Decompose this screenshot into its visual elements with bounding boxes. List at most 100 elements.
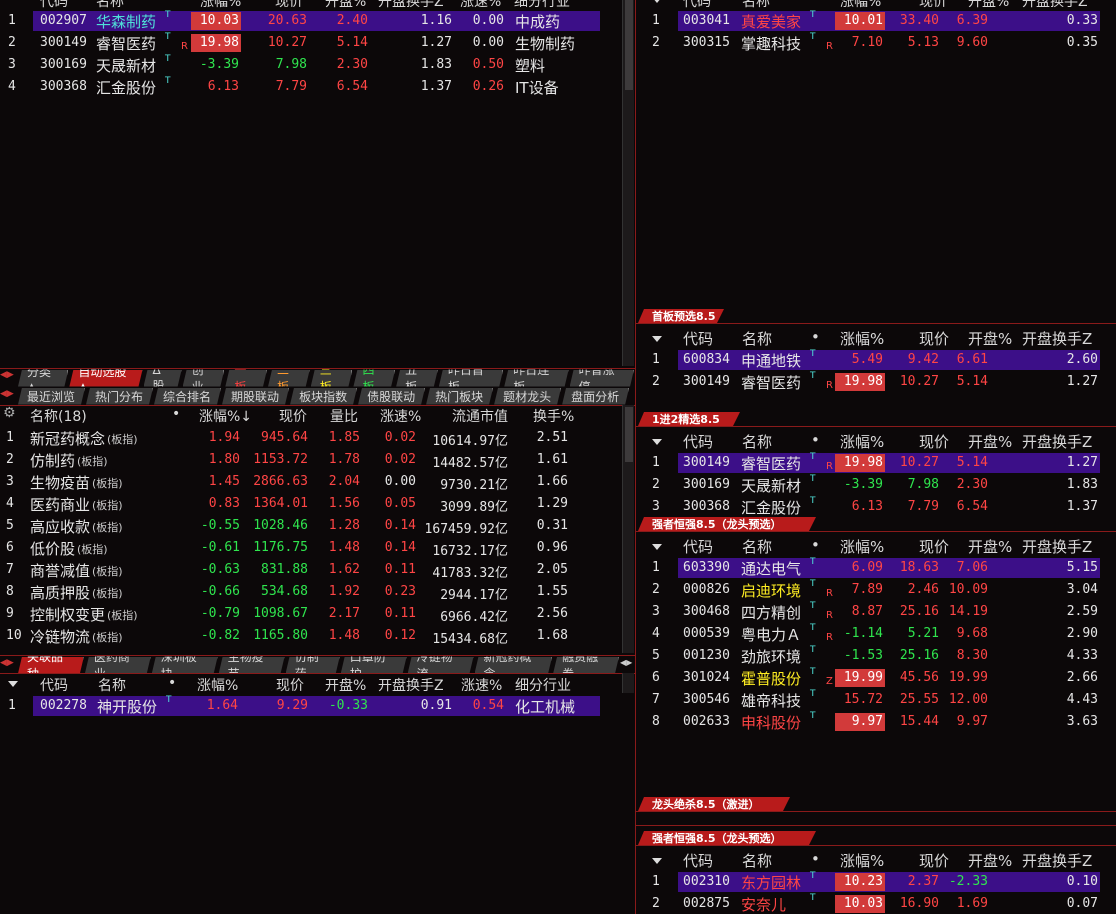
collapse-triangle-icon[interactable] <box>652 858 662 864</box>
sector-row[interactable]: 7 商誉减值 (板指) -0.63 831.88 1.62 0.11 41783.32亿 2.0… <box>0 559 622 581</box>
panel-col-header[interactable]: • <box>811 328 820 346</box>
tabbar2-left-arrows[interactable]: ◀▶ <box>0 389 18 405</box>
tab-tabs3-4[interactable]: 仿制药 <box>286 657 340 674</box>
stock-row[interactable]: 1 002278 神开股份 T 1.64 9.29 -0.33 0.91 0.54 化工机械 <box>0 695 622 717</box>
stock-row[interactable]: 3 300169 天晟新材 T -3.39 7.98 2.30 1.83 0.50 塑料 <box>0 54 622 76</box>
stock-row[interactable]: 2 002875 安奈儿 T 10.03 16.90 1.69 0.07 <box>636 893 1116 914</box>
tab-tabs3-8[interactable]: 融资融券 <box>553 657 619 674</box>
tab-tabs3-2[interactable]: 深圳板块 <box>152 657 218 674</box>
panel-col-header[interactable]: 开盘% <box>968 850 1012 871</box>
panel-title[interactable]: 首板预选8.5 <box>638 309 724 323</box>
stock-row[interactable]: 1 300149 睿智医药 T R 19.98 10.27 5.14 1.27 <box>636 452 1116 474</box>
sector-row[interactable]: 9 控制权变更 (板指) -0.79 1098.67 2.17 0.11 6966.42亿 2.… <box>0 603 622 625</box>
sector-row[interactable]: 2 仿制药 (板指) 1.80 1153.72 1.78 0.02 14482.57亿 1.61 <box>0 449 622 471</box>
sector-row[interactable]: 3 生物疫苗 (板指) 1.45 2866.63 2.04 0.00 9730.21亿 1.66 <box>0 471 622 493</box>
tab-tabs2-1[interactable]: 热门分布 <box>86 388 153 405</box>
stock-row[interactable]: 1 002310 东方园林 T 10.23 2.37 -2.33 0.10 <box>636 871 1116 893</box>
stock-row[interactable]: 2 000826 启迪环境 T R 7.89 2.46 10.09 3.04 <box>636 579 1116 601</box>
panel-col-header[interactable]: 名称 <box>742 536 772 557</box>
stock-row[interactable]: 2 300315 掌趣科技 T R 7.10 5.13 9.60 0.35 <box>636 32 1116 54</box>
tab-tabs2-0[interactable]: 最近浏览 <box>18 388 85 405</box>
stock-row[interactable]: 6 301024 霍普股份 T Z 19.99 45.56 19.99 2.66 <box>636 667 1116 689</box>
col-sector-change[interactable]: 涨幅%↓ <box>199 406 252 426</box>
tab-tabs3-6[interactable]: 冷链物流 <box>408 657 474 674</box>
tab-tabs1-9[interactable]: 昨日首板 <box>439 370 503 387</box>
tab-tabs2-8[interactable]: 盘面分析 <box>562 388 629 405</box>
panel-col-header[interactable]: • <box>811 431 820 449</box>
panel-col-header[interactable]: 涨幅% <box>840 328 884 349</box>
panel-col-header[interactable]: 开盘% <box>968 536 1012 557</box>
left-top-scrollbar[interactable] <box>622 0 634 366</box>
collapse-triangle-icon[interactable] <box>652 439 662 445</box>
col-sector-speed[interactable]: 涨速% <box>380 406 421 426</box>
stock-row[interactable]: 1 003041 真爱美家 T 10.01 33.40 6.39 0.33 <box>636 10 1116 32</box>
settings-gear-icon[interactable]: ⚙ <box>3 405 16 421</box>
col-volume-ratio[interactable]: 量比 <box>330 406 358 426</box>
sector-row[interactable]: 10 冷链物流 (板指) -0.82 1165.80 1.48 0.12 15434.68亿 1… <box>0 625 622 647</box>
col-code[interactable]: 代码 <box>40 675 68 695</box>
panel-col-header[interactable]: 代码 <box>683 536 713 557</box>
tab-tabs1-7[interactable]: 四板 <box>353 370 395 387</box>
stock-row[interactable]: 3 300368 汇金股份 T 6.13 7.79 6.54 1.37 <box>636 496 1116 518</box>
sector-row[interactable]: 4 医药商业 (板指) 0.83 1364.01 1.56 0.05 3099.89亿 1.29 <box>0 493 622 515</box>
collapse-triangle-icon[interactable] <box>652 336 662 342</box>
panel-col-header[interactable]: 开盘换手Z <box>1022 328 1092 349</box>
stock-row[interactable]: 3 300468 四方精创 T R 8.87 25.16 14.19 2.59 <box>636 601 1116 623</box>
panel-col-header[interactable]: 现价 <box>919 850 949 871</box>
related-scrollbar[interactable] <box>622 673 634 693</box>
col-price[interactable]: 现价 <box>276 675 304 695</box>
panel-col-header[interactable]: 名称 <box>742 850 772 871</box>
tab-tabs3-0[interactable]: 关联品种 <box>18 657 84 674</box>
stock-row[interactable]: 1 002907 华森制药 T 10.03 20.63 2.40 1.16 0.00 中成药 <box>0 10 622 32</box>
panel-col-header[interactable]: 代码 <box>683 850 713 871</box>
sector-row[interactable]: 6 低价股 (板指) -0.61 1176.75 1.48 0.14 16732.17亿 0.9… <box>0 537 622 559</box>
tab-tabs1-11[interactable]: 昨曾涨停 <box>570 370 634 387</box>
tab-tabs1-8[interactable]: 五板 <box>396 370 438 387</box>
tab-tabs1-2[interactable]: Δ股 <box>144 370 182 387</box>
panel-col-header[interactable]: 名称 <box>742 431 772 452</box>
tab-tabs1-3[interactable]: 创业 <box>183 370 225 387</box>
panel-col-header[interactable]: 涨幅% <box>840 850 884 871</box>
panel-title[interactable]: 龙头绝杀8.5（激进） <box>638 797 790 811</box>
tab-tabs2-4[interactable]: 板块指数 <box>290 388 357 405</box>
col-industry[interactable]: 细分行业 <box>515 675 571 695</box>
panel-title[interactable]: 强者恒强8.5（龙头预选） <box>638 517 816 531</box>
panel-col-header[interactable]: 代码 <box>683 431 713 452</box>
tab-tabs2-2[interactable]: 综合排名 <box>154 388 221 405</box>
tab-tabs3-5[interactable]: 口罩防护 <box>341 657 407 674</box>
panel-col-header[interactable]: 开盘% <box>968 431 1012 452</box>
stock-row[interactable]: 8 002633 申科股份 T 9.97 15.44 9.97 3.63 <box>636 711 1116 733</box>
stock-row[interactable]: 5 001230 劲旅环境 T -1.53 25.16 8.30 4.33 <box>636 645 1116 667</box>
panel-col-header[interactable]: 开盘% <box>968 328 1012 349</box>
stock-row[interactable]: 1 603390 通达电气 T 6.09 18.63 7.06 5.15 <box>636 557 1116 579</box>
col-change[interactable]: 涨幅% <box>197 675 238 695</box>
stock-row[interactable]: 4 000539 粤电力Ａ T R -1.14 5.21 9.68 2.90 <box>636 623 1116 645</box>
panel-col-header[interactable]: 开盘换手Z <box>1022 431 1092 452</box>
panel-col-header[interactable]: 现价 <box>919 328 949 349</box>
tab-tabs3-1[interactable]: 医药商业 <box>85 657 151 674</box>
tab-tabs1-10[interactable]: 昨日连板 <box>504 370 568 387</box>
col-sector-turnover[interactable]: 换手% <box>533 406 574 426</box>
col-float-cap[interactable]: 流通市值 <box>452 406 508 426</box>
sector-row[interactable]: 8 高质押股 (板指) -0.66 534.68 1.92 0.23 2944.17亿 1.55 <box>0 581 622 603</box>
panel-col-header[interactable]: 开盘换手Z <box>1022 536 1092 557</box>
sector-scrollbar[interactable] <box>622 405 634 653</box>
panel-col-header[interactable]: • <box>811 536 820 554</box>
tab-tabs2-3[interactable]: 期股联动 <box>222 388 289 405</box>
tab-tabs1-4[interactable]: 一板 <box>225 370 267 387</box>
panel-col-header[interactable]: 现价 <box>919 536 949 557</box>
tab-tabs3-7[interactable]: 新冠药概念 <box>475 657 553 674</box>
panel-col-header[interactable]: 涨幅% <box>840 431 884 452</box>
tab-tabs1-6[interactable]: 三板 <box>311 370 353 387</box>
tabbar1-left-arrows[interactable]: ◀▶ <box>0 370 18 386</box>
stock-row[interactable]: 2 300169 天晟新材 T -3.39 7.98 2.30 1.83 <box>636 474 1116 496</box>
tab-tabs2-6[interactable]: 热门板块 <box>426 388 493 405</box>
col-speed[interactable]: 涨速% <box>461 675 502 695</box>
tab-tabs2-5[interactable]: 债股联动 <box>358 388 425 405</box>
tab-tabs2-7[interactable]: 题材龙头 <box>494 388 561 405</box>
tabbar3-right-arrows[interactable]: ◀▶ <box>620 658 634 674</box>
panel-col-header[interactable]: 代码 <box>683 328 713 349</box>
col-sector-price[interactable]: 现价 <box>279 406 307 426</box>
col-sector-name[interactable]: 名称(18) <box>30 406 87 426</box>
tab-tabs1-0[interactable]: 分类▲ <box>18 370 68 387</box>
